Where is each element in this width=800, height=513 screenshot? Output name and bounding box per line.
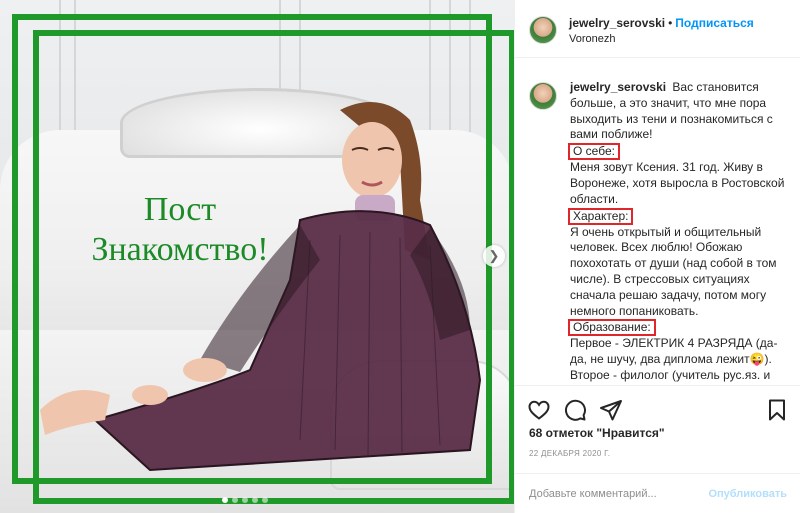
- caption-text: jewelry_serovski Вас становится больше, …: [568, 80, 787, 385]
- about-text: Меня зовут Ксения. 31 год. Живу в Вороне…: [570, 160, 785, 206]
- about-heading: О себе:: [568, 143, 620, 161]
- post-header: jewelry_serovski • Подписаться Voronezh: [515, 0, 800, 58]
- carousel-dot: [262, 497, 268, 503]
- action-bar: [515, 385, 800, 425]
- header-line: jewelry_serovski • Подписаться: [569, 15, 754, 31]
- header-username-link[interactable]: jewelry_serovski: [569, 16, 665, 30]
- heart-icon[interactable]: [527, 398, 551, 422]
- education-text-2: Второе - филолог (учитель рус.яз. и лите…: [570, 367, 771, 385]
- publish-button[interactable]: Опубликовать: [708, 488, 787, 500]
- header-separator: •: [668, 16, 673, 30]
- carousel-dot: [242, 497, 248, 503]
- carousel-indicator: [222, 497, 268, 503]
- character-text: Я очень открытый и общительный человек. …: [570, 224, 777, 318]
- caption-username-link[interactable]: jewelry_serovski: [570, 80, 666, 94]
- comment-input[interactable]: [529, 487, 709, 500]
- post-date[interactable]: 22 ДЕКАБРЯ 2020 Г.: [529, 449, 610, 458]
- likes-count[interactable]: 68 отметок "Нравится": [529, 426, 665, 440]
- comment-icon[interactable]: [563, 398, 587, 422]
- overlay-title-line2: Знакомство!: [91, 231, 269, 268]
- caption-comment: jewelry_serovski Вас становится больше, …: [515, 58, 800, 385]
- bookmark-icon[interactable]: [765, 398, 789, 422]
- education-heading: Образование:: [568, 319, 656, 337]
- post-header-text: jewelry_serovski • Подписаться Voronezh: [569, 15, 754, 47]
- carousel-dot: [252, 497, 258, 503]
- next-slide-button[interactable]: ❯: [483, 245, 505, 267]
- overlay-title-line1: Пост: [143, 191, 217, 228]
- add-comment-bar: Опубликовать: [515, 473, 800, 513]
- character-heading: Характер:: [568, 207, 634, 225]
- post-overlay-title: Пост Знакомство!: [60, 190, 300, 270]
- education-text-1: Первое - ЭЛЕКТРИК 4 РАЗРЯДА (да-да, не ш…: [570, 336, 778, 367]
- location-link[interactable]: Voronezh: [569, 31, 754, 47]
- chevron-right-icon: ❯: [488, 248, 500, 263]
- follow-button[interactable]: Подписаться: [675, 16, 753, 30]
- avatar[interactable]: [529, 16, 557, 44]
- carousel-dot: [232, 497, 238, 503]
- carousel-dot: [222, 497, 228, 503]
- avatar[interactable]: [529, 82, 557, 110]
- share-icon[interactable]: [599, 398, 623, 422]
- post-side-panel: jewelry_serovski • Подписаться Voronezh je…: [514, 0, 800, 513]
- post-image[interactable]: Пост Знакомство! ❯: [0, 0, 514, 513]
